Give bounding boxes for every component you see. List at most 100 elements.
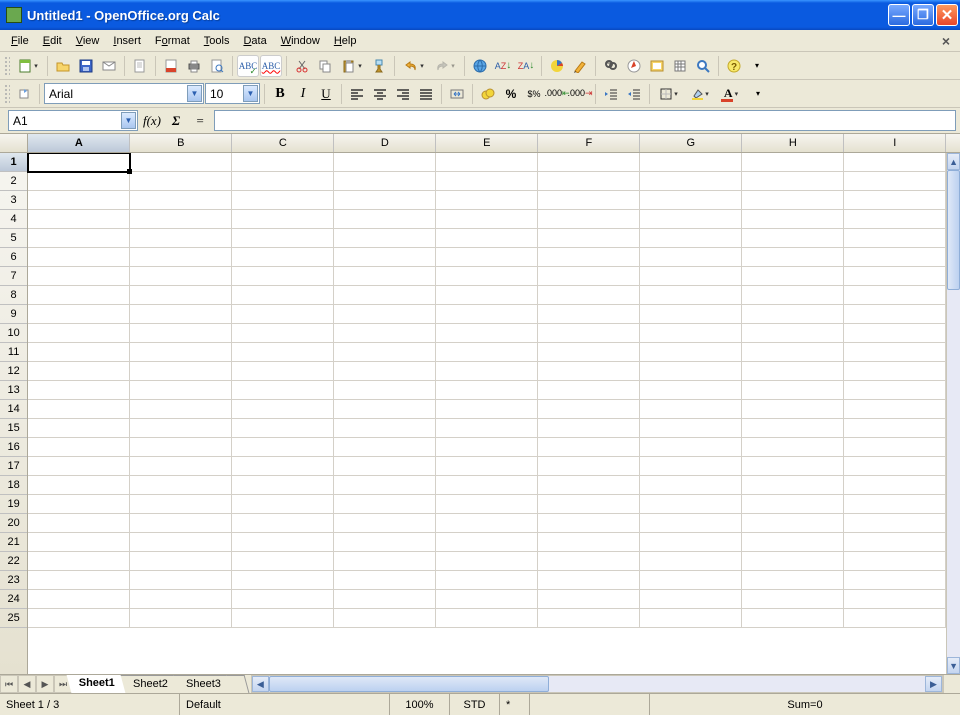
data-sources-button[interactable] [669, 55, 691, 77]
bold-button[interactable]: B [269, 83, 291, 105]
cell-D4[interactable] [334, 210, 436, 229]
cell-A21[interactable] [28, 533, 130, 552]
cell-C20[interactable] [232, 514, 334, 533]
column-header-A[interactable]: A [28, 134, 130, 152]
cell-B23[interactable] [130, 571, 232, 590]
row-header-1[interactable]: 1 [0, 153, 27, 172]
cell-B17[interactable] [130, 457, 232, 476]
cell-E18[interactable] [436, 476, 538, 495]
cell-E25[interactable] [436, 609, 538, 628]
cell-F23[interactable] [538, 571, 640, 590]
cell-F1[interactable] [538, 153, 640, 172]
cell-F5[interactable] [538, 229, 640, 248]
autospellcheck-button[interactable]: ABC [260, 55, 282, 77]
cell-G13[interactable] [640, 381, 742, 400]
minimize-button[interactable]: — [888, 4, 910, 26]
cell-C24[interactable] [232, 590, 334, 609]
cell-I15[interactable] [844, 419, 946, 438]
column-header-F[interactable]: F [538, 134, 640, 152]
cell-F7[interactable] [538, 267, 640, 286]
export-pdf-button[interactable] [160, 55, 182, 77]
cell-A7[interactable] [28, 267, 130, 286]
cell-G6[interactable] [640, 248, 742, 267]
cell-C23[interactable] [232, 571, 334, 590]
format-paintbrush-button[interactable] [368, 55, 390, 77]
cell-H19[interactable] [742, 495, 844, 514]
cell-A9[interactable] [28, 305, 130, 324]
sheet-tab-1[interactable]: Sheet1 [67, 675, 129, 693]
cell-G7[interactable] [640, 267, 742, 286]
cell-G25[interactable] [640, 609, 742, 628]
cell-E9[interactable] [436, 305, 538, 324]
cell-I2[interactable] [844, 172, 946, 191]
cell-H5[interactable] [742, 229, 844, 248]
row-header-25[interactable]: 25 [0, 609, 27, 628]
delete-decimal-button[interactable]: .000⇥ [569, 83, 591, 105]
cell-B15[interactable] [130, 419, 232, 438]
row-header-11[interactable]: 11 [0, 343, 27, 362]
horizontal-scrollbar[interactable]: ◀ ▶ [251, 675, 943, 693]
cell-F21[interactable] [538, 533, 640, 552]
scroll-up-button[interactable]: ▲ [947, 153, 960, 170]
menu-edit[interactable]: Edit [36, 33, 69, 49]
cell-A10[interactable] [28, 324, 130, 343]
cell-B21[interactable] [130, 533, 232, 552]
cell-B20[interactable] [130, 514, 232, 533]
cell-H24[interactable] [742, 590, 844, 609]
cell-B2[interactable] [130, 172, 232, 191]
cell-A23[interactable] [28, 571, 130, 590]
status-insert-mode[interactable]: STD [450, 694, 500, 715]
cell-E8[interactable] [436, 286, 538, 305]
cell-E24[interactable] [436, 590, 538, 609]
cell-G22[interactable] [640, 552, 742, 571]
merge-cells-button[interactable] [446, 83, 468, 105]
cell-I18[interactable] [844, 476, 946, 495]
cell-A16[interactable] [28, 438, 130, 457]
cell-C17[interactable] [232, 457, 334, 476]
cell-I24[interactable] [844, 590, 946, 609]
row-header-4[interactable]: 4 [0, 210, 27, 229]
cell-H10[interactable] [742, 324, 844, 343]
row-header-22[interactable]: 22 [0, 552, 27, 571]
cell-D25[interactable] [334, 609, 436, 628]
undo-button[interactable] [399, 55, 429, 77]
cell-B18[interactable] [130, 476, 232, 495]
cut-button[interactable] [291, 55, 313, 77]
cell-B14[interactable] [130, 400, 232, 419]
scroll-left-button[interactable]: ◀ [252, 676, 269, 692]
find-button[interactable] [600, 55, 622, 77]
insert-chart-button[interactable] [546, 55, 568, 77]
cell-I16[interactable] [844, 438, 946, 457]
cell-I5[interactable] [844, 229, 946, 248]
standard-format-button[interactable]: $% [523, 83, 545, 105]
new-document-button[interactable] [13, 55, 43, 77]
column-header-E[interactable]: E [436, 134, 538, 152]
cell-B10[interactable] [130, 324, 232, 343]
menu-view[interactable]: View [69, 33, 107, 49]
status-sum[interactable]: Sum=0 [650, 694, 960, 715]
cell-D16[interactable] [334, 438, 436, 457]
cell-G8[interactable] [640, 286, 742, 305]
gallery-button[interactable] [646, 55, 668, 77]
cell-E5[interactable] [436, 229, 538, 248]
cell-E21[interactable] [436, 533, 538, 552]
menu-format[interactable]: Format [148, 33, 197, 49]
cell-G5[interactable] [640, 229, 742, 248]
copy-button[interactable] [314, 55, 336, 77]
cell-I19[interactable] [844, 495, 946, 514]
cell-H16[interactable] [742, 438, 844, 457]
cell-A20[interactable] [28, 514, 130, 533]
cell-E4[interactable] [436, 210, 538, 229]
align-right-button[interactable] [392, 83, 414, 105]
cell-I6[interactable] [844, 248, 946, 267]
cell-G1[interactable] [640, 153, 742, 172]
cell-B1[interactable] [130, 153, 232, 172]
hyperlink-button[interactable] [469, 55, 491, 77]
cell-F11[interactable] [538, 343, 640, 362]
cell-C22[interactable] [232, 552, 334, 571]
cell-I4[interactable] [844, 210, 946, 229]
row-header-7[interactable]: 7 [0, 267, 27, 286]
cell-H22[interactable] [742, 552, 844, 571]
redo-button[interactable] [430, 55, 460, 77]
cell-F8[interactable] [538, 286, 640, 305]
